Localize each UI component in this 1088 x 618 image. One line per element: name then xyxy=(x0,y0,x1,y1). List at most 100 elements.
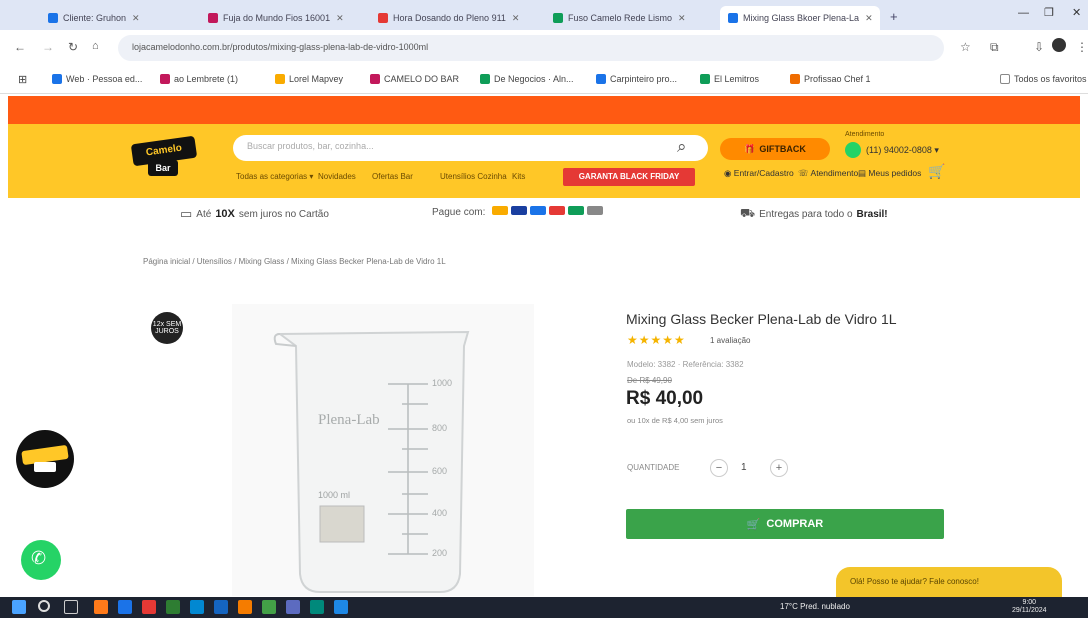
payment-icons xyxy=(489,206,604,218)
taskbar-app-icon[interactable] xyxy=(310,600,324,614)
home-icon[interactable]: ⌂ xyxy=(92,40,99,52)
bookmark-favicon-icon xyxy=(275,74,285,84)
taskbar-app-icon[interactable] xyxy=(334,600,348,614)
installment-text: ou 10x de R$ 4,00 sem juros xyxy=(627,416,723,425)
payment-method-icon xyxy=(511,206,528,215)
support-link[interactable]: ☏ Atendimento xyxy=(798,168,858,179)
quantity-label: QUANTIDADE xyxy=(627,463,680,472)
tab-favicon-icon xyxy=(553,13,563,23)
bookmark-item[interactable]: Profissao Chef 1 xyxy=(790,74,871,84)
category-link[interactable]: Ofertas Bar xyxy=(372,172,413,181)
rating-count[interactable]: 1 avaliação xyxy=(710,336,750,345)
black-friday-button[interactable]: GARANTA BLACK FRIDAY xyxy=(563,168,695,186)
maximize-button[interactable]: ❐ xyxy=(1044,6,1054,19)
close-tab-icon[interactable]: ✕ xyxy=(678,13,686,24)
bookmark-favicon-icon xyxy=(700,74,710,84)
close-window-button[interactable]: ✕ xyxy=(1072,6,1081,19)
whatsapp-icon: ✆ xyxy=(31,548,47,568)
forward-icon[interactable]: → xyxy=(42,40,54,54)
browser-menu-icon[interactable]: ⋮ xyxy=(1076,40,1088,54)
floating-logo-button[interactable] xyxy=(16,430,74,488)
beaker-tick-label: 200 xyxy=(432,548,448,558)
new-tab-button[interactable]: + xyxy=(890,9,898,24)
phone-number-link[interactable]: (11) 94002-0808 ▾ xyxy=(866,145,939,156)
browser-tab[interactable]: Hora Dosando do Pleno 911 ✕ xyxy=(370,6,535,30)
extensions-icon[interactable]: ⧉ xyxy=(990,40,999,55)
whatsapp-icon[interactable] xyxy=(845,142,861,158)
taskbar-app-icon[interactable] xyxy=(142,600,156,614)
bookmark-item[interactable]: Carpinteiro pro... xyxy=(596,74,677,84)
bookmark-item[interactable]: ao Lembrete (1) xyxy=(160,74,238,84)
product-sku: Modelo: 3382 · Referência: 3382 xyxy=(627,360,744,369)
browser-tab[interactable]: Fuso Camelo Rede Lismo ✕ xyxy=(545,6,710,30)
bookmark-item[interactable]: De Negocios · Aln... xyxy=(480,74,574,84)
user-icon: ◉ xyxy=(724,168,734,178)
taskbar-app-icon[interactable] xyxy=(214,600,228,614)
tab-favicon-icon xyxy=(728,13,738,23)
bookmark-favicon-icon xyxy=(790,74,800,84)
buy-button[interactable]: 🛒 COMPRAR xyxy=(626,509,944,539)
bookmark-star-icon[interactable]: ☆ xyxy=(960,40,971,54)
close-tab-icon[interactable]: ✕ xyxy=(512,13,520,24)
chrome-taskbar-icon[interactable] xyxy=(238,600,252,614)
payment-method-icon xyxy=(568,206,585,215)
rating-stars[interactable]: ★★★★★ xyxy=(627,333,686,347)
browser-tab[interactable]: Cliente: Gruhon ✕ xyxy=(40,6,190,30)
taskbar-app-icon[interactable] xyxy=(118,600,132,614)
logo-bar-text: Bar xyxy=(148,160,178,176)
category-link[interactable]: Kits xyxy=(512,172,525,181)
category-link[interactable]: Utensílios Cozinha xyxy=(440,172,507,181)
downloads-icon[interactable]: ⇩ xyxy=(1034,40,1044,54)
product-image[interactable]: Plena-Lab 1000 ml 1000 800 600 400 200 xyxy=(232,304,534,596)
chat-widget[interactable]: Olá! Posso te ajudar? Fale conosco! xyxy=(836,567,1062,597)
apps-grid-icon[interactable]: ⊞ xyxy=(18,73,27,86)
close-tab-icon[interactable]: ✕ xyxy=(132,13,140,24)
orders-link[interactable]: ▤ Meus pedidos xyxy=(858,168,921,179)
address-bar-row: ← → ↻ ⌂ lojacamelodonho.com.br/produtos/… xyxy=(0,30,1088,68)
breadcrumb[interactable]: Página inicial / Utensílios / Mixing Gla… xyxy=(143,257,446,266)
task-view-icon[interactable] xyxy=(64,600,78,614)
category-link[interactable]: Novidades xyxy=(318,172,356,181)
reload-icon[interactable]: ↻ xyxy=(68,40,78,54)
start-icon[interactable] xyxy=(12,600,26,614)
url-input[interactable]: lojacamelodonho.com.br/produtos/mixing-g… xyxy=(118,35,944,61)
beaker-brand-text: Plena-Lab xyxy=(318,412,380,428)
search-input[interactable]: Buscar produtos, bar, cozinha... xyxy=(233,135,708,161)
taskbar-app-icon[interactable] xyxy=(94,600,108,614)
taskbar-app-icon[interactable] xyxy=(166,600,180,614)
bookmark-item[interactable]: Web · Pessoa ed... xyxy=(52,74,142,84)
browser-tab[interactable]: Mixing Glass Bkoer Plena-La ✕ xyxy=(720,6,880,30)
category-link[interactable]: Todas as categorias ▾ xyxy=(236,172,313,181)
weather-tray[interactable]: 17°C Pred. nublado xyxy=(780,602,850,611)
whatsapp-float-button[interactable]: ✆ xyxy=(21,540,61,580)
giftback-button[interactable]: 🎁 GIFTBACK xyxy=(720,138,830,160)
quantity-increase-button[interactable]: + xyxy=(770,459,788,477)
browser-tab[interactable]: Fuja do Mundo Fios 16001 ✕ xyxy=(200,6,360,30)
search-taskbar-icon[interactable] xyxy=(38,600,50,612)
quantity-decrease-button[interactable]: − xyxy=(710,459,728,477)
cart-icon: 🛒 xyxy=(746,518,761,531)
all-bookmarks-link[interactable]: Todos os favoritos xyxy=(1000,74,1087,84)
taskbar-app-icon[interactable] xyxy=(286,600,300,614)
cart-icon[interactable]: 🛒 xyxy=(928,163,945,180)
minimize-button[interactable]: — xyxy=(1018,7,1029,19)
top-promo-strip xyxy=(8,96,1080,124)
quantity-input[interactable]: 1 xyxy=(741,462,747,473)
profile-avatar[interactable] xyxy=(1052,38,1066,52)
account-link[interactable]: ◉ Entrar/Cadastro xyxy=(724,168,794,179)
search-icon[interactable]: ⌕ xyxy=(677,137,687,157)
bookmark-item[interactable]: El Lemitros xyxy=(700,74,759,84)
taskbar-app-icon[interactable] xyxy=(190,600,204,614)
tab-favicon-icon xyxy=(208,13,218,23)
close-tab-icon[interactable]: ✕ xyxy=(865,13,873,24)
close-tab-icon[interactable]: ✕ xyxy=(336,13,344,24)
browser-tab-bar: Cliente: Gruhon ✕ Fuja do Mundo Fios 16001… xyxy=(0,0,1088,30)
taskbar-clock[interactable]: 9:00 29/11/2024 xyxy=(1012,599,1047,615)
taskbar-app-icon[interactable] xyxy=(262,600,276,614)
card-icon: ▭ xyxy=(180,206,193,221)
back-icon[interactable]: ← xyxy=(14,40,26,54)
bookmark-item[interactable]: CAMELO DO BAR xyxy=(370,74,459,84)
bookmarks-bar: ⊞ Web · Pessoa ed... ao Lembrete (1) Lorel… xyxy=(0,68,1088,94)
bookmark-item[interactable]: Lorel Mapvey xyxy=(275,74,343,84)
site-logo[interactable]: Camelo Bar xyxy=(130,132,198,182)
